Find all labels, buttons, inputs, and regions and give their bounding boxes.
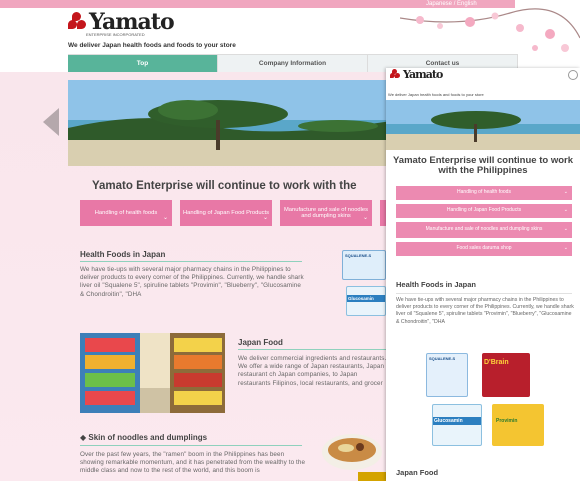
page-title: Yamato Enterprise will continue to work … [92,180,357,192]
section-heading-health: Health Foods in Japan [80,250,166,259]
hero-beach-image [68,80,398,166]
service-button-label: Handling of health foods [94,210,158,216]
chevron-down-icon: ⌄ [362,215,368,221]
top-bar: Japanese / English [0,0,515,8]
mobile-tagline: We deliver Japan health foods and foods … [388,92,484,97]
mobile-button-noodles[interactable]: Manufacture and sale of noodles and dump… [396,222,572,238]
product-label: SQUALENE-S [429,356,456,361]
mobile-button-label: Food sales daruma shop [456,245,512,252]
company-logo[interactable]: Yamato [68,9,175,35]
ramen-bowl-image [322,434,382,470]
mobile-button-health[interactable]: Handling of health foods ⌄ [396,186,572,200]
mobile-text-health: We have tie-ups with several major pharm… [396,297,574,325]
mobile-heading-japan-food: Japan Food [396,468,439,477]
logo-wordmark: Yamato [403,68,443,81]
service-button-health[interactable]: Handling of health foods ⌄ [80,200,172,226]
chevron-down-icon: ⌄ [162,215,168,221]
mobile-heading-health: Health Foods in Japan [396,280,477,289]
mobile-product-glucosamine: Glucosamin [432,404,482,446]
logo-mark-icon [68,12,86,30]
service-button-label: Handling of Japan Food Products [182,210,270,216]
mobile-product-squalene: SQUALENE-S [426,353,468,397]
section-heading-noodles: ◆ Skin of noodles and dumplings [80,433,207,442]
chevron-down-icon: ⌄ [563,207,568,214]
section-text-health: We have tie-ups with several major pharm… [80,266,304,298]
service-buttons: Handling of health foods ⌄ Handling of Ja… [80,200,390,226]
mobile-button-label: Handling of Japan Food Products [446,207,522,214]
product-image-glucosamine: Glucosamin [346,286,386,316]
section-text-noodles: Over the past few years, the "ramen" boo… [80,451,306,475]
service-button-noodles[interactable]: Manufacture and sale of noodles and dump… [280,200,372,226]
scroll-tab[interactable] [358,472,388,481]
section-divider [238,349,388,350]
slider-prev-arrow-icon[interactable] [43,108,59,136]
mobile-divider [396,293,572,294]
section-divider [80,445,302,446]
logo-mark-icon [390,69,400,79]
store-shelves-image [80,333,225,413]
mobile-button-label: Manufacture and sale of noodles and dump… [425,226,543,233]
product-label: Provimin [496,418,518,424]
product-image-squalene: SQUALENE-S [342,250,386,280]
section-divider [80,261,302,262]
language-switch[interactable]: Japanese / English [426,0,477,8]
section-heading-japan-food: Japan Food [238,338,283,347]
product-label: SQUALENE-S [345,253,372,258]
mobile-page-title: Yamato Enterprise will continue to work … [392,155,573,176]
product-label: D'Brain [484,359,509,366]
mobile-preview: Yamato We deliver Japan health foods and… [386,68,580,481]
service-button-label: Manufacture and sale of noodles and dump… [283,207,369,219]
service-button-japan-food[interactable]: Handling of Japan Food Products ⌄ [180,200,272,226]
tagline: We deliver Japan health foods and foods … [68,42,236,49]
hamburger-menu-icon[interactable] [568,70,578,80]
mobile-logo[interactable]: Yamato [390,68,443,81]
mobile-button-japan-food[interactable]: Handling of Japan Food Products ⌄ [396,204,572,218]
mobile-button-label: Handling of health foods [457,189,511,196]
logo-wordmark: Yamato [89,9,175,35]
nav-company-info[interactable]: Company Information [218,55,368,72]
mobile-product-provimin: Provimin [492,404,544,446]
mobile-product-dbrain: D'Brain [482,353,530,397]
chevron-down-icon: ⌄ [262,215,268,221]
chevron-down-icon: ⌄ [563,226,568,233]
product-label: Glucosamin [347,295,385,302]
nav-top[interactable]: Top [68,55,218,72]
mobile-button-daruma[interactable]: Food sales daruma shop ⌄ [396,242,572,256]
logo-subtitle: ENTERPRISE INCORPORATED [86,32,145,37]
section-text-japan-food: We deliver commercial ingredients and re… [238,355,387,387]
product-label: Glucosamin [433,417,481,425]
chevron-down-icon: ⌄ [563,245,568,252]
chevron-down-icon: ⌄ [563,189,568,196]
mobile-hero-image [386,100,580,150]
mobile-header: Yamato [386,68,580,90]
section-heading-noodles-text: Skin of noodles and dumplings [88,433,208,442]
